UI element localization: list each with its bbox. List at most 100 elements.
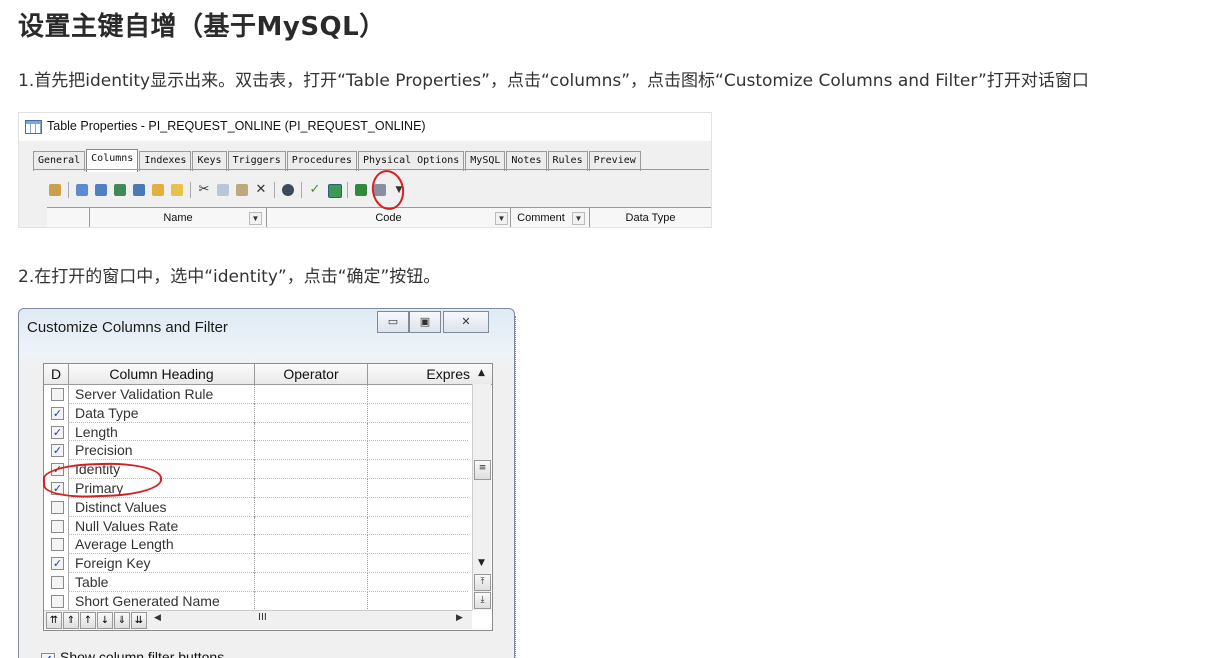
chevron-down-icon[interactable]: ▼ xyxy=(249,212,262,225)
insert-row-icon[interactable] xyxy=(93,182,109,198)
move-down-fast-icon[interactable]: ⇓ xyxy=(114,612,130,629)
add-columns-icon[interactable] xyxy=(112,182,128,198)
move-up-icon[interactable]: ↑ xyxy=(80,612,96,629)
scroll-up-icon[interactable]: ▲ xyxy=(474,366,489,381)
comment-header-label: Comment xyxy=(517,212,565,224)
close-icon[interactable]: ✕ xyxy=(443,311,489,333)
customize-columns-icon[interactable] xyxy=(326,182,342,198)
column-heading-label: Identity xyxy=(75,461,121,478)
column-header-code[interactable]: Code ▼ xyxy=(267,208,511,227)
column-heading-label: Precision xyxy=(75,442,133,459)
move-bottom-icon[interactable]: ⇊ xyxy=(131,612,147,629)
tab-keys[interactable]: Keys xyxy=(192,151,227,171)
display-checkbox[interactable] xyxy=(51,538,64,552)
column-row[interactable]: Table xyxy=(44,572,492,592)
display-checkbox[interactable]: ✓ xyxy=(51,406,64,420)
vertical-scrollbar[interactable]: ≡ ▼ ⤒ ⤓ xyxy=(472,384,491,610)
tab-general[interactable]: General xyxy=(33,151,86,171)
move-top-icon[interactable]: ⇈ xyxy=(46,612,62,629)
expression-header-label: Expres xyxy=(426,366,470,382)
tab-preview[interactable]: Preview xyxy=(588,151,641,171)
chevron-down-icon[interactable]: ▼ xyxy=(572,212,585,225)
horizontal-scrollbar[interactable]: ⇈ ⇑ ↑ ↓ ⇓ ⇊ ◀ III ▶ xyxy=(44,610,472,629)
maximize-icon[interactable]: ▣ xyxy=(409,311,441,333)
cut-icon[interactable]: ✂ xyxy=(196,182,212,198)
display-checkbox[interactable]: ✓ xyxy=(51,425,64,439)
delete-icon[interactable]: ✕ xyxy=(253,182,269,198)
cell-divider xyxy=(254,441,255,461)
column-header-name[interactable]: Name ▼ xyxy=(90,208,267,227)
scroll-thumb[interactable]: ≡ xyxy=(474,460,491,480)
column-row[interactable]: ✓ Precision xyxy=(44,441,492,461)
scroll-top-icon[interactable]: ⤒ xyxy=(474,574,491,591)
column-row[interactable]: Short Generated Name xyxy=(44,591,492,611)
toolbar-separator xyxy=(190,182,191,198)
cell-divider xyxy=(68,460,69,479)
column-heading-label: Table xyxy=(75,573,109,590)
checkbox-icon[interactable]: ✓ xyxy=(41,653,55,658)
scroll-bottom-icon[interactable]: ⤓ xyxy=(474,592,491,609)
tab-physical-options[interactable]: Physical Options xyxy=(357,151,465,171)
wizard-icon[interactable] xyxy=(169,182,185,198)
paste-icon[interactable] xyxy=(234,182,250,198)
cell-divider xyxy=(68,591,69,611)
scroll-left-icon[interactable]: ◀ xyxy=(154,613,161,623)
tab-triggers[interactable]: Triggers xyxy=(227,151,286,171)
column-row[interactable]: Average Length xyxy=(44,535,492,555)
tab-notes[interactable]: Notes xyxy=(506,151,547,171)
display-checkbox[interactable]: ✓ xyxy=(51,557,64,571)
move-down-icon[interactable]: ↓ xyxy=(97,612,113,629)
chevron-down-icon[interactable]: ▼ xyxy=(391,182,407,198)
cell-divider xyxy=(367,572,368,592)
print-icon[interactable] xyxy=(372,182,388,198)
scroll-right-icon[interactable]: ▶ xyxy=(456,613,463,623)
show-filter-label: Show column filter buttons xyxy=(60,649,225,658)
display-checkbox[interactable] xyxy=(51,519,64,533)
move-up-fast-icon[interactable]: ⇑ xyxy=(63,612,79,629)
display-checkbox[interactable]: ✓ xyxy=(51,481,64,495)
column-heading-label: Short Generated Name xyxy=(75,592,220,609)
display-checkbox[interactable] xyxy=(51,388,64,401)
find-icon[interactable] xyxy=(280,182,296,198)
display-checkbox[interactable]: ✓ xyxy=(51,444,64,458)
tab-mysql[interactable]: MySQL xyxy=(465,151,506,171)
hscroll-thumb[interactable]: III xyxy=(258,612,267,623)
chevron-down-icon[interactable]: ▼ xyxy=(495,212,508,225)
column-header-heading[interactable]: Column Heading xyxy=(69,364,255,384)
tab-indexes[interactable]: Indexes xyxy=(139,151,192,171)
scroll-down-icon[interactable]: ▼ xyxy=(474,556,489,571)
column-row[interactable]: ✓ Data Type xyxy=(44,403,492,423)
column-header-expression[interactable]: Expres xyxy=(368,364,472,384)
column-row[interactable]: Server Validation Rule xyxy=(44,385,492,404)
column-row[interactable]: ✓ Primary xyxy=(44,478,492,498)
column-header-comment[interactable]: Comment ▼ xyxy=(511,208,590,227)
display-checkbox[interactable] xyxy=(51,594,64,608)
column-header-d[interactable]: D xyxy=(44,364,69,384)
column-heading-label: Distinct Values xyxy=(75,498,167,515)
column-row[interactable]: Distinct Values xyxy=(44,497,492,517)
window-title: Table Properties - PI_REQUEST_ONLINE (PI… xyxy=(47,119,426,133)
column-header-operator[interactable]: Operator xyxy=(255,364,368,384)
display-checkbox[interactable] xyxy=(51,575,64,589)
delete-row-icon[interactable] xyxy=(131,182,147,198)
show-filter-buttons-checkbox[interactable]: ✓ Show column filter buttons xyxy=(41,649,224,658)
tab-procedures[interactable]: Procedures xyxy=(286,151,357,171)
column-row[interactable]: Null Values Rate xyxy=(44,516,492,536)
excel-export-icon[interactable] xyxy=(353,182,369,198)
minimize-icon[interactable]: ▭ xyxy=(377,311,409,333)
display-checkbox[interactable]: ✓ xyxy=(51,463,64,477)
display-checkbox[interactable] xyxy=(51,500,64,514)
filter-icon[interactable]: ✓ xyxy=(307,182,323,198)
add-row-icon[interactable] xyxy=(74,182,90,198)
properties-icon[interactable] xyxy=(47,182,63,198)
step-1-text: 1.首先把identity显示出来。双击表，打开“Table Propertie… xyxy=(18,71,1089,91)
tab-rules[interactable]: Rules xyxy=(547,151,588,171)
column-row[interactable]: ✓ Length xyxy=(44,422,492,442)
column-row[interactable]: ✓ Foreign Key xyxy=(44,554,492,573)
domain-icon[interactable] xyxy=(150,182,166,198)
cell-divider xyxy=(254,422,255,442)
copy-icon[interactable] xyxy=(215,182,231,198)
column-row[interactable]: ✓ Identity xyxy=(44,460,492,479)
column-header-data-type[interactable]: Data Type xyxy=(590,208,711,227)
cell-divider xyxy=(68,572,69,592)
